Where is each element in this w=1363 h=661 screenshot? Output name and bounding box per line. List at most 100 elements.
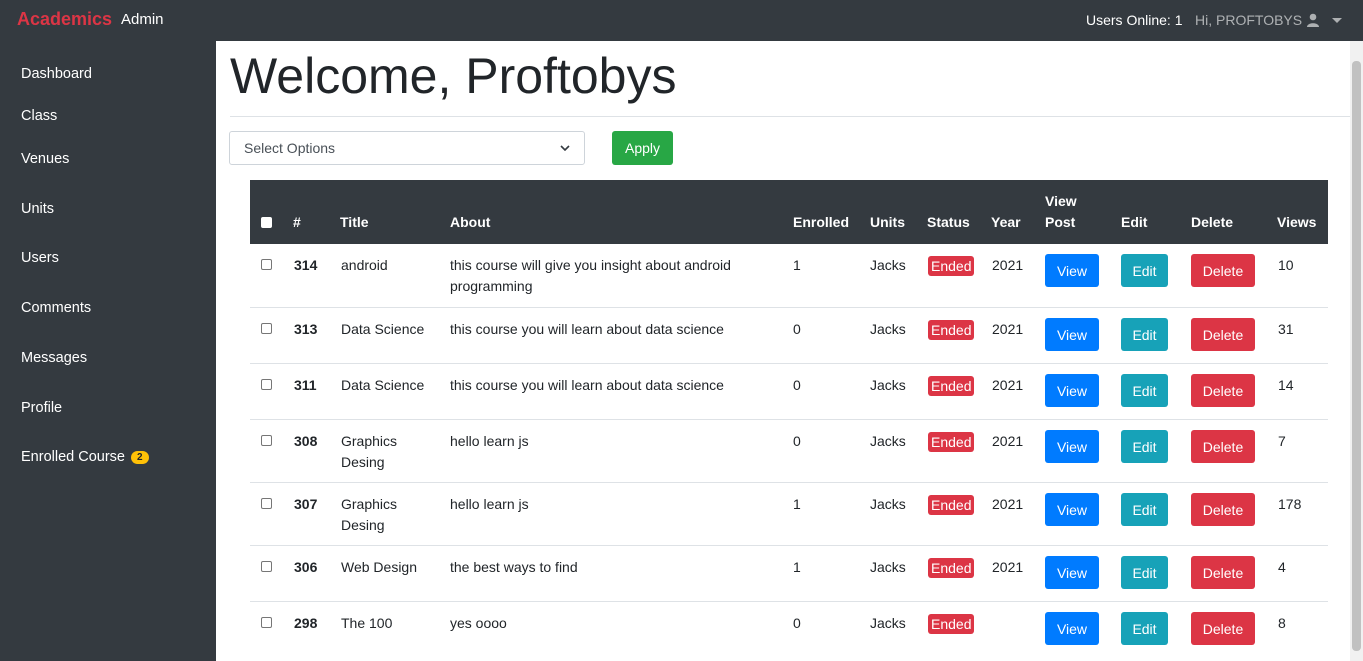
header-year: Year	[991, 214, 1021, 230]
sidebar-item-messages[interactable]: Messages	[21, 350, 87, 366]
row-checkbox[interactable]	[261, 435, 272, 446]
delete-button[interactable]: Delete	[1191, 374, 1255, 407]
sidebar-item-label: Dashboard	[21, 66, 92, 82]
sidebar-item-units[interactable]: Units	[21, 201, 54, 217]
row-units: Jacks	[870, 321, 906, 337]
header-edit: Edit	[1121, 214, 1148, 230]
row-units: Jacks	[870, 615, 906, 631]
row-about: hello learn js	[450, 496, 529, 512]
users-online-count: Users Online: 1	[1086, 12, 1183, 28]
edit-button[interactable]: Edit	[1121, 612, 1168, 645]
row-checkbox[interactable]	[261, 617, 272, 628]
row-checkbox[interactable]	[261, 561, 272, 572]
delete-button[interactable]: Delete	[1191, 318, 1255, 351]
sidebar-item-users[interactable]: Users	[21, 250, 59, 266]
bulk-options-select[interactable]: Select Options	[229, 131, 585, 165]
header-view-post-line1: View	[1045, 193, 1077, 209]
row-views: 8	[1278, 615, 1286, 631]
scrollbar-thumb[interactable]	[1352, 61, 1361, 651]
chevron-down-icon	[560, 145, 570, 151]
header-title: Title	[340, 214, 369, 230]
delete-button[interactable]: Delete	[1191, 493, 1255, 526]
sidebar-item-label: Units	[21, 201, 55, 217]
sidebar-item-venues[interactable]: Venues	[21, 151, 69, 167]
row-title: Graphics	[341, 433, 398, 449]
row-enrolled: 0	[793, 377, 801, 393]
sidebar-item-class[interactable]: Class	[21, 108, 57, 124]
header-num: #	[293, 214, 301, 230]
delete-button[interactable]: Delete	[1191, 430, 1255, 463]
sidebar-item-comments[interactable]: Comments	[21, 300, 91, 316]
row-checkbox[interactable]	[261, 323, 272, 334]
row-year: 2021	[992, 257, 1024, 273]
row-title-line2: Desing	[341, 517, 385, 533]
user-menu-dropdown[interactable]: Hi, PROFTOBYS	[1195, 12, 1343, 28]
view-post-button[interactable]: View	[1045, 612, 1099, 645]
page-scrollbar[interactable]	[1350, 41, 1363, 661]
header-delete: Delete	[1191, 214, 1234, 230]
edit-button[interactable]: Edit	[1121, 556, 1168, 589]
row-views: 14	[1278, 377, 1294, 393]
row-year: 2021	[992, 433, 1024, 449]
row-id: 311	[294, 377, 317, 393]
view-post-button[interactable]: View	[1045, 556, 1099, 589]
row-units: Jacks	[870, 257, 906, 273]
header-about: About	[450, 214, 491, 230]
status-badge: Ended	[928, 320, 975, 340]
table-row: 311 Data Science this course you will le…	[250, 363, 1328, 419]
divider	[230, 116, 1350, 117]
row-views: 178	[1278, 496, 1302, 512]
edit-button[interactable]: Edit	[1121, 318, 1168, 351]
view-post-button[interactable]: View	[1045, 318, 1099, 351]
row-id: 314	[294, 257, 318, 273]
apply-button[interactable]: Apply	[612, 131, 673, 165]
table-row: 307 Graphics Desing hello learn js 1 Jac…	[250, 482, 1328, 545]
sidebar-item-enrolled-course[interactable]: Enrolled Course 2	[21, 449, 149, 465]
sidebar-item-label: Venues	[21, 151, 70, 167]
chevron-down-icon	[1332, 17, 1343, 23]
sidebar-item-label: Enrolled Course	[21, 449, 125, 465]
brand-subtitle[interactable]: Admin	[121, 11, 164, 28]
status-badge: Ended	[928, 558, 975, 578]
view-post-button[interactable]: View	[1045, 430, 1099, 463]
header-units: Units	[870, 214, 905, 230]
row-year: 2021	[992, 321, 1024, 337]
table-row: 314 android this course will give you in…	[250, 244, 1328, 307]
page-title: Welcome, Proftobys	[230, 48, 677, 104]
edit-button[interactable]: Edit	[1121, 430, 1168, 463]
user-icon	[1306, 13, 1320, 27]
delete-button[interactable]: Delete	[1191, 612, 1255, 645]
row-about: this course will give you insight about …	[450, 257, 731, 273]
row-id: 313	[294, 321, 318, 337]
sidebar-item-profile[interactable]: Profile	[21, 400, 62, 416]
row-enrolled: 1	[793, 559, 801, 575]
row-checkbox[interactable]	[261, 259, 272, 270]
row-about: hello learn js	[450, 433, 529, 449]
row-units: Jacks	[870, 433, 906, 449]
row-enrolled: 0	[793, 615, 801, 631]
edit-button[interactable]: Edit	[1121, 254, 1168, 287]
edit-button[interactable]: Edit	[1121, 493, 1168, 526]
edit-button[interactable]: Edit	[1121, 374, 1168, 407]
delete-button[interactable]: Delete	[1191, 556, 1255, 589]
row-id: 306	[294, 559, 318, 575]
row-views: 31	[1278, 321, 1294, 337]
select-value: Select Options	[244, 140, 336, 156]
delete-button[interactable]: Delete	[1191, 254, 1255, 287]
brand-logo[interactable]: Academics	[17, 9, 112, 30]
header-enrolled: Enrolled	[793, 214, 850, 230]
view-post-button[interactable]: View	[1045, 254, 1099, 287]
row-units: Jacks	[870, 559, 906, 575]
row-views: 10	[1278, 257, 1294, 273]
row-about: this course you will learn about data sc…	[450, 377, 724, 393]
row-title: The 100	[341, 615, 393, 631]
view-post-button[interactable]: View	[1045, 374, 1099, 407]
row-checkbox[interactable]	[261, 379, 272, 390]
table-row: 298 The 100 yes oooo 0 Jacks Ended View …	[250, 601, 1328, 657]
row-enrolled: 0	[793, 321, 801, 337]
view-post-button[interactable]: View	[1045, 493, 1099, 526]
row-checkbox[interactable]	[261, 498, 272, 509]
row-year: 2021	[992, 559, 1024, 575]
sidebar-item-dashboard[interactable]: Dashboard	[21, 66, 92, 82]
select-all-checkbox[interactable]	[261, 217, 272, 228]
